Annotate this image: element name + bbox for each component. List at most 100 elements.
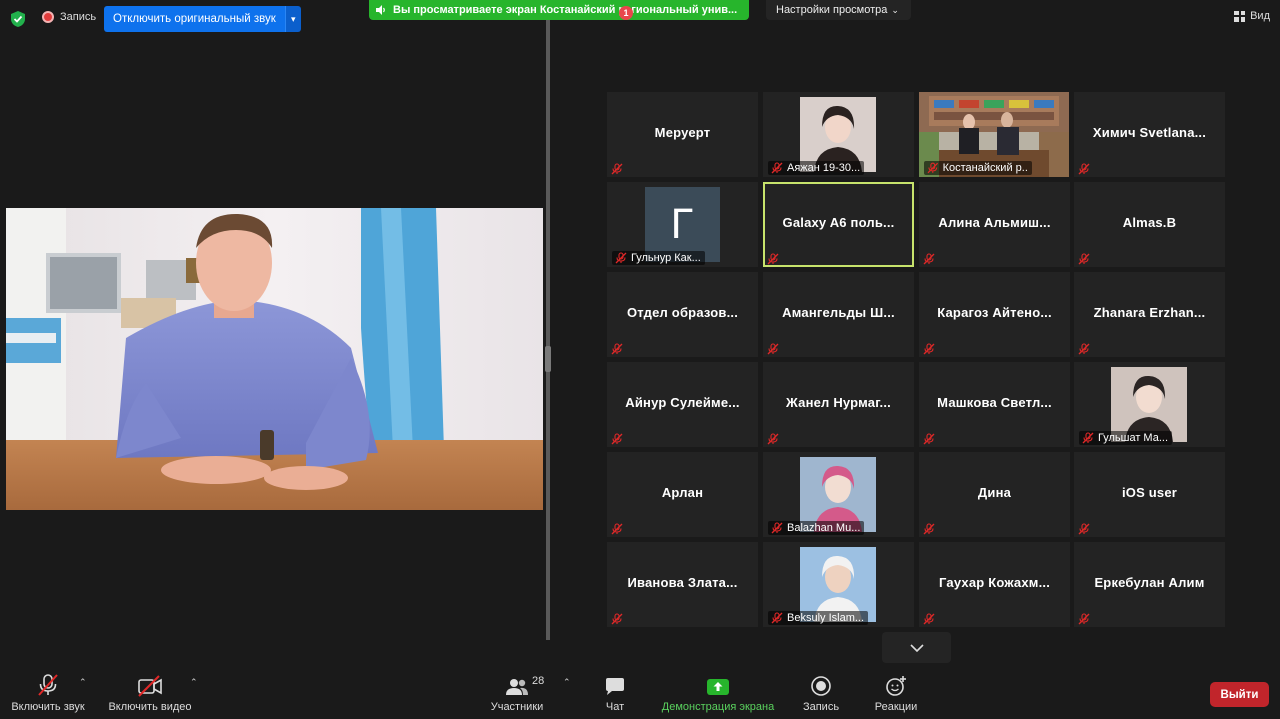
record-dot-icon [42,11,54,23]
leave-meeting-button[interactable]: Выйти [1210,682,1269,707]
participant-tile[interactable]: Almas.B [1074,182,1225,267]
chat-label: Чат [605,701,625,713]
share-screen-label: Демонстрация экрана [661,701,775,713]
participant-tile[interactable]: Иванова Злата... [607,542,758,627]
participant-tile[interactable]: Г Гульнур Как... [607,182,758,267]
microphone-muted-icon [771,162,783,174]
participant-name: Аяжан 19-30... [787,162,861,174]
microphone-muted-icon [927,162,939,174]
participant-tile[interactable]: Balazhan Mu... [763,452,914,537]
unmute-label: Включить звук [11,701,85,713]
microphone-muted-icon [1078,252,1090,265]
participant-tile[interactable]: Арлан [607,452,758,537]
emoji-plus-icon [886,676,906,696]
start-video-button[interactable]: Включить видео [107,665,193,713]
participant-tile[interactable]: Костанайский р... [919,92,1069,177]
microphone-muted-icon [611,342,623,355]
participant-name: Карагоз Айтено... [937,305,1052,320]
participant-name: Отдел образов... [626,305,739,320]
participant-name: Амангельды Ш... [782,305,895,320]
participant-tile[interactable]: Отдел образов... [607,272,758,357]
reactions-button[interactable]: Реакции [874,665,918,713]
participant-name: Zhanara Erzhan... [1093,305,1206,320]
recording-indicator[interactable]: Запись [42,11,96,23]
participant-name: Химич Svetlana... [1092,125,1207,140]
microphone-muted-icon [611,162,623,175]
participant-tile[interactable]: Еркебулан Алим [1074,542,1225,627]
participant-name: Almas.B [1122,215,1177,230]
start-video-label: Включить видео [108,701,192,713]
panel-divider[interactable] [546,20,550,640]
participant-tile[interactable]: Zhanara Erzhan... [1074,272,1225,357]
share-screen-button[interactable]: Демонстрация экрана [660,665,776,713]
participants-icon [506,679,528,695]
share-banner-text: Вы просматриваете экран Костанайский рег… [393,4,738,16]
chat-icon [606,678,624,695]
participant-tile[interactable]: Жанел Нурмаг... [763,362,914,447]
participant-label: Гульшат Ма... [1079,430,1172,446]
participant-name: Galaxy A6 поль... [782,215,895,230]
view-settings-button[interactable]: Настройки просмотра ⌄ [766,0,911,20]
gallery-next-page-button[interactable] [882,632,951,663]
participants-count: 28 [532,675,545,687]
microphone-muted-icon [767,342,779,355]
grid-view-icon [1234,10,1246,22]
participant-name: Гульшат Ма... [1098,432,1168,444]
audio-options-caret[interactable]: ⌃ [79,677,87,688]
microphone-muted-icon [1078,522,1090,535]
participant-name: Машкова Светл... [937,395,1052,410]
microphone-muted-icon [611,522,623,535]
original-sound-button[interactable]: Отключить оригинальный звук [104,6,285,32]
participant-tile[interactable]: Гульшат Ма... [1074,362,1225,447]
participant-name: Гаухар Кожахм... [938,575,1051,590]
view-settings-label: Настройки просмотра [776,4,888,16]
unmute-button[interactable]: Включить звук [10,665,86,713]
participant-tile[interactable]: Амангельды Ш... [763,272,914,357]
shield-icon[interactable] [10,10,26,28]
microphone-muted-icon [923,522,935,535]
microphone-muted-icon [615,252,627,264]
divider-drag-handle[interactable] [545,346,551,372]
microphone-muted-icon [923,432,935,445]
shared-screen-video [6,208,543,510]
participant-label: Гульнур Как... [612,250,705,266]
participant-name: Жанел Нурмаг... [786,395,891,410]
participant-tile[interactable]: Айнур Сулейме... [607,362,758,447]
original-sound-control: Отключить оригинальный звук ▾ [104,6,301,32]
view-button[interactable]: Вид [1234,10,1270,22]
participant-tile[interactable]: Galaxy A6 поль... [763,182,914,267]
microphone-muted-icon [771,522,783,534]
top-bar: Запись Отключить оригинальный звук ▾ Вы … [0,0,1280,36]
participant-gallery: Меруерт Аяжан 19-30... Костанайский р... Хи… [607,92,1226,627]
participant-name: Еркебулан Алим [1094,575,1205,590]
participant-name: Beksuly Islam... [787,612,865,624]
chat-button[interactable]: Чат [603,665,627,713]
record-button[interactable]: Запись [801,665,841,713]
participant-tile[interactable]: Алина Альмиш... [919,182,1070,267]
microphone-muted-icon [1078,612,1090,625]
microphone-muted-icon [611,432,623,445]
participant-tile[interactable]: Гаухар Кожахм... [919,542,1070,627]
microphone-muted-icon [767,432,779,445]
participant-tile[interactable]: Машкова Светл... [919,362,1070,447]
microphone-muted-icon [1082,432,1094,444]
participants-options-caret[interactable]: ⌃ [563,677,571,688]
video-options-caret[interactable]: ⌃ [190,677,198,688]
reactions-label: Реакции [874,701,918,713]
meeting-toolbar: Включить звук ⌃ Включить видео ⌃ 28 Учас… [0,665,1280,719]
participant-tile[interactable]: Beksuly Islam... [763,542,914,627]
participant-name: Костанайский р... [942,162,1028,174]
share-screen-icon [707,679,729,695]
participant-tile[interactable]: Карагоз Айтено... [919,272,1070,357]
participants-button[interactable]: 28 Участники [490,665,545,713]
original-sound-dropdown[interactable]: ▾ [284,6,301,32]
participant-label: Balazhan Mu... [768,520,865,536]
participant-tile[interactable]: iOS user [1074,452,1225,537]
participant-tile[interactable]: Дина [919,452,1070,537]
chevron-down-icon [909,643,924,652]
participant-tile[interactable]: Химич Svetlana... [1074,92,1225,177]
chevron-down-icon: ▾ [291,13,296,24]
participant-label: Костанайский р... [924,160,1032,176]
participant-tile[interactable]: Аяжан 19-30... [763,92,914,177]
participant-tile[interactable]: Меруерт [607,92,758,177]
